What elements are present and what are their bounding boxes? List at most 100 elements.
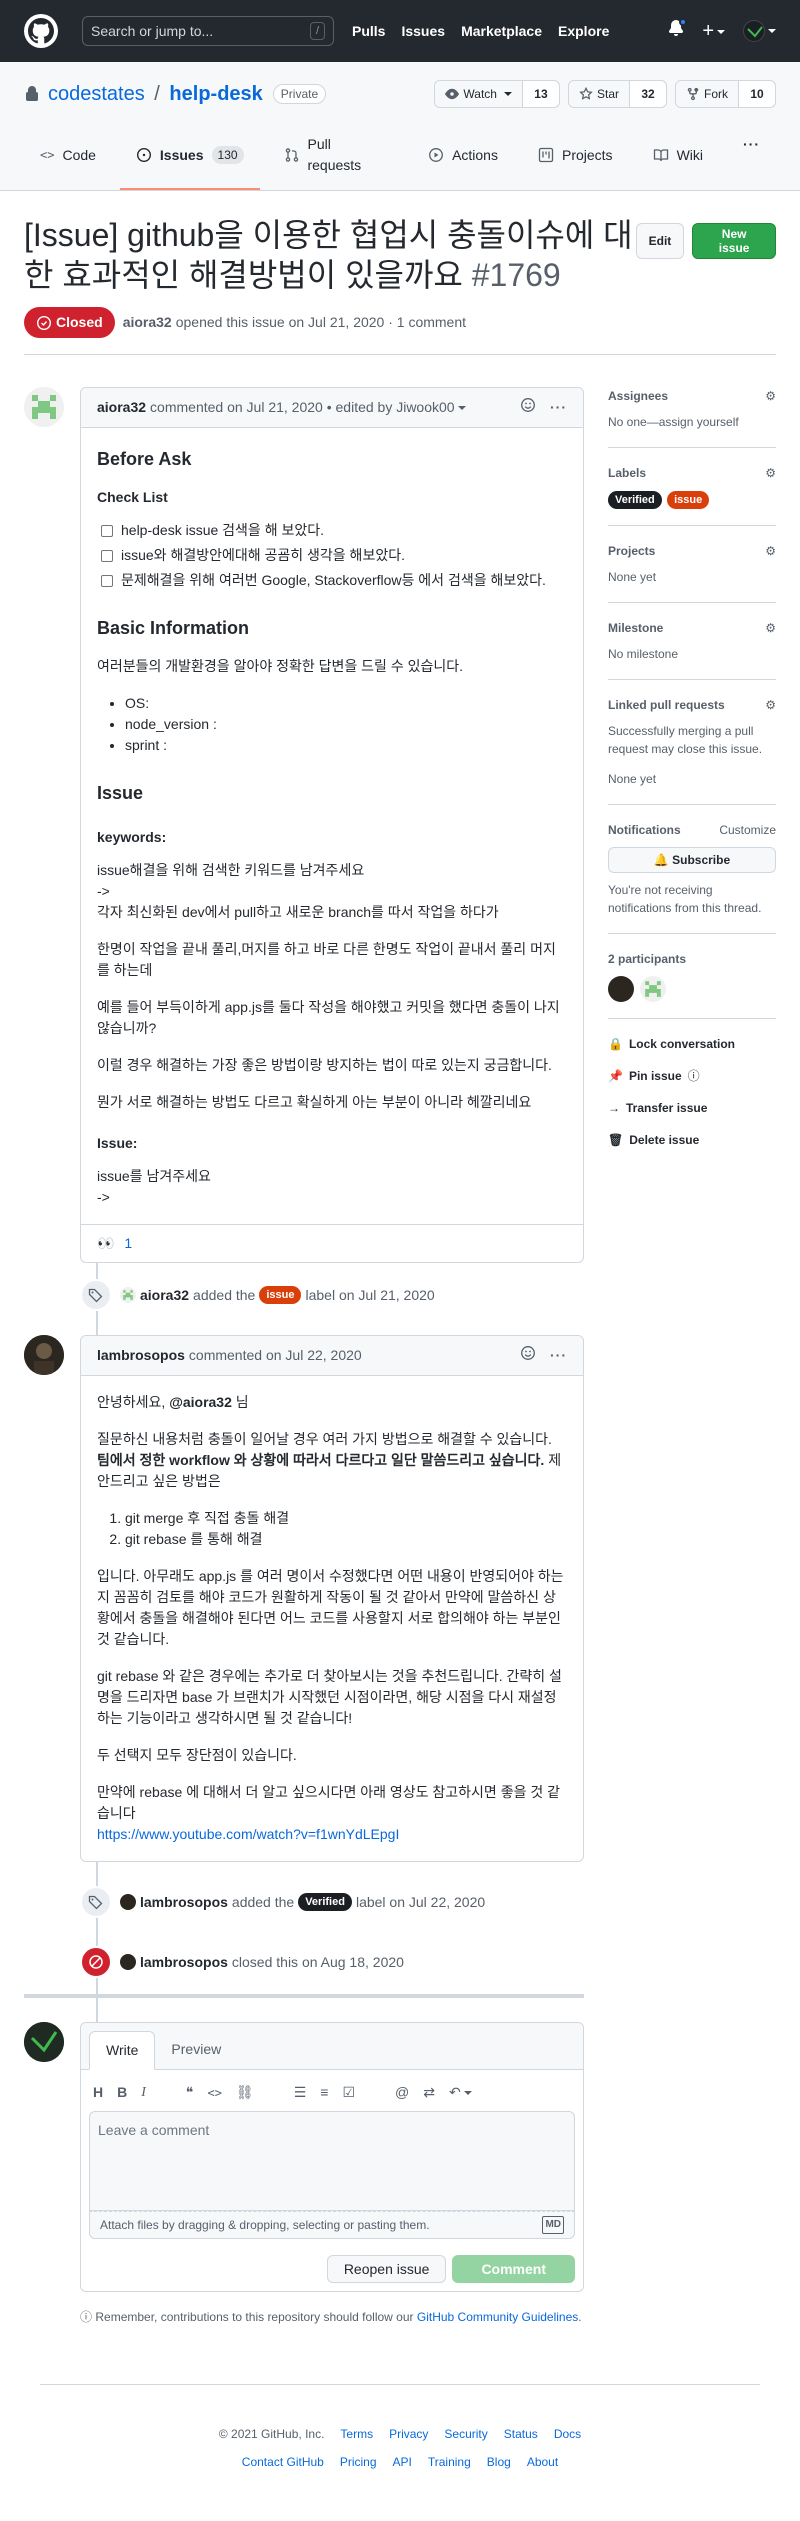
nav-marketplace[interactable]: Marketplace [461,21,542,42]
community-guidelines-link[interactable]: GitHub Community Guidelines [417,2310,578,2324]
comment-author[interactable]: aiora32 [97,397,146,418]
create-new-menu[interactable]: + [702,21,725,41]
reply-icon[interactable]: ↶ [449,2082,472,2103]
comment-meta[interactable]: commented on Jul 22, 2020 [189,1345,362,1366]
ordered-list-icon[interactable]: ≡ [320,2082,328,2103]
transfer-issue-link[interactable]: → Transfer issue [608,1099,776,1117]
participant-avatar[interactable] [608,976,634,1002]
comment-meta[interactable]: commented on Jul 21, 2020 • edited by Ji… [150,397,455,418]
comment-button[interactable]: Comment [452,2255,575,2283]
nav-issues[interactable]: Issues [401,21,445,42]
smiley-icon[interactable] [520,1345,536,1367]
participant-avatar[interactable] [640,976,666,1002]
code-icon[interactable]: <> [207,2084,221,2102]
tab-pull-requests[interactable]: Pull requests [268,126,405,190]
avatar[interactable] [24,1335,64,1375]
tab-write[interactable]: Write [89,2031,156,2070]
tab-issues[interactable]: Issues 130 [119,126,260,190]
user-avatar [743,20,765,43]
customize-link[interactable]: Customize [719,821,776,839]
nav-explore[interactable]: Explore [558,21,609,42]
task-checkbox[interactable] [101,524,113,537]
gear-icon[interactable]: ⚙ [765,619,776,637]
footer-link-about[interactable]: About [527,2453,558,2471]
footer-link-terms[interactable]: Terms [340,2425,373,2443]
link-icon[interactable]: ⛓ [236,2082,254,2103]
nav-pulls[interactable]: Pulls [352,21,385,42]
label-issue[interactable]: issue [259,1286,302,1304]
bold-icon[interactable]: B [117,2082,127,2103]
star-button[interactable]: Star [568,81,630,107]
youtube-link[interactable]: https://www.youtube.com/watch?v=f1wnYdLE… [97,1826,399,1842]
event-actor[interactable]: aiora32 [140,1285,189,1306]
reaction-eyes[interactable]: 👀 1 [97,1233,132,1254]
unordered-list-icon[interactable]: ☰ [294,2082,307,2103]
italic-icon[interactable]: I [141,2082,146,2103]
gear-icon[interactable]: ⚙ [765,696,776,714]
footer-link-pricing[interactable]: Pricing [340,2453,377,2471]
cross-reference-icon[interactable]: ⇄ [423,2082,435,2103]
task-checkbox[interactable] [101,549,113,562]
tab-actions[interactable]: Actions [412,126,514,190]
star-count[interactable]: 32 [630,81,666,107]
gear-icon[interactable]: ⚙ [765,464,776,482]
pin-issue-link[interactable]: 📌 Pin issue ⓘ [608,1067,776,1085]
repo-name-link[interactable]: help-desk [169,83,262,105]
fork-count[interactable]: 10 [739,81,775,107]
attach-files-bar[interactable]: Attach files by dragging & dropping, sel… [89,2211,575,2239]
fork-button[interactable]: Fork [676,81,739,107]
github-logo-icon[interactable] [24,14,58,48]
edit-title-button[interactable]: Edit [635,223,685,259]
footer-link-security[interactable]: Security [444,2425,487,2443]
new-issue-button[interactable]: New issue [692,223,776,259]
subscribe-button[interactable]: 🔔 Subscribe [608,847,776,873]
gear-icon[interactable]: ⚙ [765,542,776,560]
search-input[interactable]: Search or jump to... / [82,16,334,46]
user-menu[interactable] [743,20,776,43]
user-mention[interactable]: @aiora32 [169,1394,232,1410]
comment-textarea[interactable]: Leave a comment [89,2111,575,2211]
eyes-icon: 👀 [97,1235,115,1251]
footer-link-blog[interactable]: Blog [487,2453,511,2471]
label-verified[interactable]: Verified [298,1893,352,1911]
watch-count[interactable]: 13 [523,81,559,107]
footer-link-privacy[interactable]: Privacy [389,2425,428,2443]
smiley-icon[interactable] [520,397,536,419]
avatar[interactable] [120,1894,136,1910]
avatar[interactable] [24,2022,64,2062]
tab-code[interactable]: <> Code [24,126,112,190]
footer-link-status[interactable]: Status [504,2425,538,2443]
footer-link-training[interactable]: Training [428,2453,471,2471]
avatar[interactable] [24,387,64,427]
avatar[interactable] [120,1954,136,1970]
issue-author-link[interactable]: aiora32 [123,312,172,333]
avatar[interactable] [120,1287,136,1303]
delete-issue-link[interactable]: 🗑 Delete issue [608,1131,776,1149]
footer-link-docs[interactable]: Docs [554,2425,581,2443]
tab-projects[interactable]: Projects [522,126,629,190]
task-checkbox[interactable] [101,574,113,587]
gear-icon[interactable]: ⚙ [765,387,776,405]
heading-icon[interactable]: H [93,2082,103,2103]
more-tabs-button[interactable]: ··· [727,126,776,190]
footer-link-contact[interactable]: Contact GitHub [242,2453,324,2471]
event-actor[interactable]: lambrosopos [140,1952,228,1973]
watch-button[interactable]: Watch [435,81,523,107]
label-issue[interactable]: issue [667,491,710,509]
comment-author[interactable]: lambrosopos [97,1345,185,1366]
notifications-bell-icon[interactable] [668,17,688,42]
assignees-value[interactable]: No one—assign yourself [608,413,776,431]
task-list-icon[interactable]: ☑ [342,2082,355,2103]
quote-icon[interactable]: ❝ [186,2082,194,2103]
tab-wiki[interactable]: Wiki [637,126,719,190]
lock-conversation-link[interactable]: 🔒 Lock conversation [608,1035,776,1053]
mention-icon[interactable]: @ [395,2082,409,2103]
reopen-issue-button[interactable]: Reopen issue [326,2255,447,2283]
kebab-menu-icon[interactable]: ··· [550,1345,567,1366]
footer-link-api[interactable]: API [393,2453,412,2471]
repo-owner-link[interactable]: codestates [48,83,145,105]
kebab-menu-icon[interactable]: ··· [550,397,567,418]
event-actor[interactable]: lambrosopos [140,1892,228,1913]
tab-preview[interactable]: Preview [155,2031,237,2069]
label-verified[interactable]: Verified [608,491,662,509]
